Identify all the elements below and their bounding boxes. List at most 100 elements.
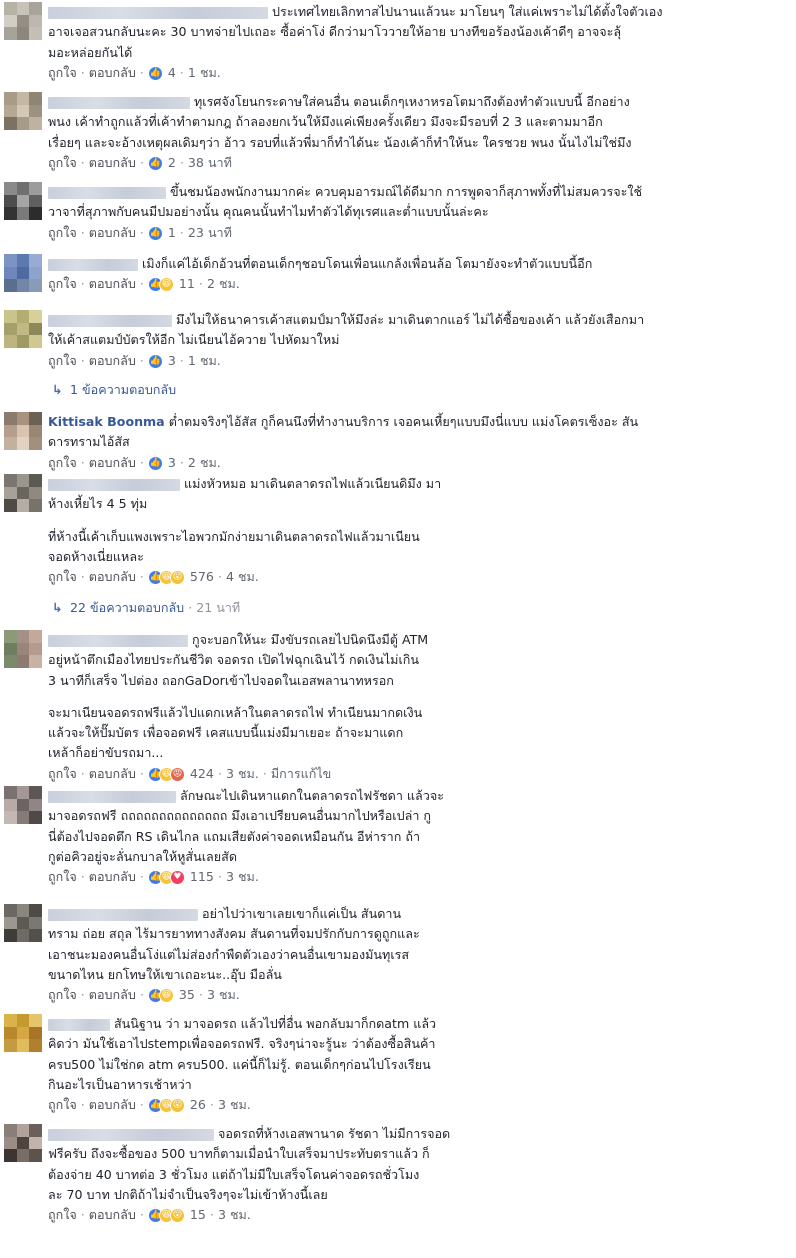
author-name[interactable]: Kittisak Boonma [48,414,165,429]
timestamp[interactable]: 1 ชม. [188,353,221,368]
reply-button[interactable]: ตอบกลับ [89,1207,136,1222]
reactions[interactable]: 👍 [147,65,163,81]
author-name[interactable] [48,790,176,803]
reactions[interactable]: 👍 [147,155,163,171]
reply-button[interactable]: ตอบกลับ [89,869,136,884]
comment-actions: ถูกใจ · ตอบกลับ · 👍 😆 35 · 3 ชม. [48,987,240,1004]
like-icon: 👍 [147,455,163,471]
reply-arrow-icon: ↳ [52,382,63,397]
reply-button[interactable]: ตอบกลับ [89,155,136,170]
reaction-count: 576 [189,569,214,585]
author-name[interactable] [48,258,138,271]
like-button[interactable]: ถูกใจ [48,353,77,368]
avatar[interactable] [4,1124,42,1162]
reply-button[interactable]: ตอบกลับ [89,766,136,781]
timestamp[interactable]: 3 ชม. [218,1097,251,1112]
reactions[interactable]: 👍 [147,455,163,471]
reply-button[interactable]: ตอบกลับ [89,455,136,470]
reply-button[interactable]: ตอบกลับ [89,569,136,584]
avatar[interactable] [4,474,42,512]
comment-actions: ถูกใจ · ตอบกลับ · 👍 1 · 23 นาที [48,224,232,241]
reply-button[interactable]: ตอบกลับ [89,225,136,240]
avatar[interactable] [4,904,42,942]
author-name[interactable] [48,478,180,491]
reactions[interactable]: 👍 [147,225,163,241]
avatar[interactable] [4,182,42,220]
haha-icon: 😆 [158,988,174,1004]
author-name[interactable] [48,634,188,647]
like-button[interactable]: ถูกใจ [48,155,77,170]
reactions[interactable]: 👍 😆 😮 [147,1208,185,1224]
author-name[interactable] [48,6,268,19]
timestamp[interactable]: 2 ชม. [207,276,240,291]
wow-icon: 😮 [169,1208,185,1224]
author-name[interactable] [48,186,166,199]
view-replies-link[interactable]: ↳ 1 ข้อความตอบกลับ [52,380,176,400]
reactions[interactable]: 👍 😆 [147,988,174,1004]
timestamp[interactable]: 3 ชม. [207,987,240,1002]
like-button[interactable]: ถูกใจ [48,569,77,584]
reaction-count: 26 [189,1097,206,1113]
reaction-count: 15 [189,1207,206,1223]
author-name[interactable] [48,314,172,327]
reaction-count: 4 [167,64,176,80]
like-button[interactable]: ถูกใจ [48,65,77,80]
timestamp[interactable]: 3 ชม. [226,766,259,781]
author-name[interactable] [48,908,198,921]
avatar[interactable] [4,1014,42,1052]
like-button[interactable]: ถูกใจ [48,1207,77,1222]
avatar[interactable] [4,412,42,450]
timestamp[interactable]: 4 ชม. [226,569,259,584]
comment-text: ทุเรศจังโยนกระดาษใส่คนอื่น ตอนเด็กๆเหงาห… [48,94,632,150]
like-button[interactable]: ถูกใจ [48,276,77,291]
reply-button[interactable]: ตอบกลับ [89,276,136,291]
reactions[interactable]: 👍 😆 😡 [147,766,185,782]
avatar[interactable] [4,786,42,824]
reaction-count: 11 [178,276,195,292]
edited-label[interactable]: มีการแก้ไข [271,766,331,781]
timestamp[interactable]: 2 ชม. [188,455,221,470]
like-button[interactable]: ถูกใจ [48,225,77,240]
comment-actions: ถูกใจ · ตอบกลับ · 👍 😆 11 · 2 ชม. [48,276,240,293]
like-icon: 👍 [147,353,163,369]
love-icon: ♥ [169,870,185,886]
like-button[interactable]: ถูกใจ [48,455,77,470]
reactions[interactable]: 👍 😆 😮 [147,570,185,586]
comment-text: เมิงก็แค่ไอ้เด็กอ้วนที่ตอนเด็กๆชอบโดนเพื… [48,254,784,274]
comment-text: จอดรถที่ห้างเอสพานาด รัชดา ไม่มีการจอด ฟ… [48,1126,451,1202]
like-button[interactable]: ถูกใจ [48,1097,77,1112]
author-name[interactable] [48,96,190,109]
reaction-count: 35 [178,987,195,1003]
like-button[interactable]: ถูกใจ [48,987,77,1002]
comment-actions: ถูกใจ · ตอบกลับ · 👍 😆 ♥ 115 · 3 ชม. [48,869,259,886]
avatar[interactable] [4,310,42,348]
author-name[interactable] [48,1128,214,1141]
reaction-count: 1 [167,224,176,240]
timestamp[interactable]: 3 ชม. [226,869,259,884]
reactions[interactable]: 👍 [147,353,163,369]
author-name[interactable] [48,1018,110,1031]
comment-text: ประเทศไทยเลิกทาสไปนานแล้วนะ มาโยนๆ ใส่แค… [48,4,663,60]
timestamp[interactable]: 38 นาที [188,155,232,170]
timestamp[interactable]: 3 ชม. [218,1207,251,1222]
timestamp[interactable]: 1 ชม. [188,65,221,80]
avatar[interactable] [4,254,42,292]
reply-button[interactable]: ตอบกลับ [89,1097,136,1112]
like-button[interactable]: ถูกใจ [48,766,77,781]
reactions[interactable]: 👍 😆 😮 [147,1098,185,1114]
avatar[interactable] [4,2,42,40]
avatar[interactable] [4,630,42,668]
angry-icon: 😡 [169,766,185,782]
comment-actions: ถูกใจ · ตอบกลับ · 👍 😆 😮 15 · 3 ชม. [48,1207,251,1224]
like-button[interactable]: ถูกใจ [48,869,77,884]
avatar[interactable] [4,92,42,130]
reactions[interactable]: 👍 😆 ♥ [147,870,185,886]
reactions[interactable]: 👍 😆 [147,277,174,293]
timestamp[interactable]: 23 นาที [188,225,232,240]
like-icon: 👍 [147,65,163,81]
view-replies-link[interactable]: ↳ 22 ข้อความตอบกลับ · 21 นาที [52,598,240,618]
reply-button[interactable]: ตอบกลับ [89,65,136,80]
reply-button[interactable]: ตอบกลับ [89,987,136,1002]
reply-arrow-icon: ↳ [52,600,63,615]
reply-button[interactable]: ตอบกลับ [89,353,136,368]
